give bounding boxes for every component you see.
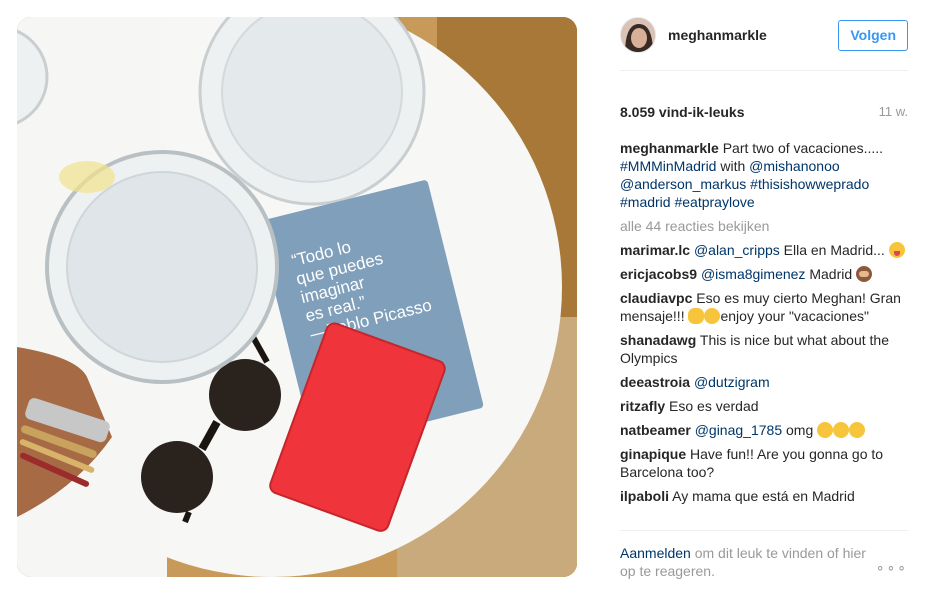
- comment-username[interactable]: deeastroia: [620, 374, 690, 390]
- heart-eyes-emoji-icon: [849, 422, 866, 438]
- comment-text: Ay mama que está en Madrid: [672, 488, 855, 504]
- comment: ginapique Have fun!! Are you gonna go to…: [620, 445, 908, 481]
- mention-link[interactable]: @dutzigram: [694, 374, 770, 390]
- comment: ritzafly Eso es verdad: [620, 397, 908, 415]
- comment-list: marimar.lc @alan_cripps Ella en Madrid..…: [620, 241, 908, 505]
- comment-text: Ella en Madrid...: [783, 242, 885, 258]
- comment-username[interactable]: ilpaboli: [620, 488, 669, 504]
- caption-username[interactable]: meghanmarkle: [620, 140, 719, 156]
- comment-text: Madrid: [809, 266, 853, 282]
- avatar[interactable]: [620, 17, 656, 53]
- post-photo[interactable]: “Todo lo que puedes imaginar es real.” —…: [17, 17, 577, 577]
- follow-button[interactable]: Volgen: [838, 20, 908, 51]
- likes-row: 8.059 vind-ik-leuks 11 w.: [620, 71, 908, 135]
- comment: deeastroia @dutzigram: [620, 373, 908, 391]
- caption-text: with: [720, 158, 746, 174]
- mention-link[interactable]: @isma8gimenez: [701, 266, 805, 282]
- caption: meghanmarkle Part two of vacaciones.....…: [620, 139, 908, 211]
- login-link[interactable]: Aanmelden: [620, 545, 691, 561]
- smiling-face-icon: [704, 308, 721, 324]
- hashtag-link[interactable]: #thisishowweprado: [750, 176, 869, 192]
- comment-username[interactable]: ericjacobs9: [620, 266, 697, 282]
- post-sidebar: meghanmarkle Volgen 8.059 vind-ik-leuks …: [620, 14, 908, 584]
- hashtag-link[interactable]: #MMMinMadrid: [620, 158, 716, 174]
- comment: ericjacobs9 @isma8gimenez Madrid: [620, 265, 908, 283]
- post-time[interactable]: 11 w.: [879, 103, 908, 121]
- comment-text: Eso es verdad: [669, 398, 759, 414]
- avatar-image: [621, 18, 655, 52]
- hashtag-link[interactable]: #eatpraylove: [674, 194, 754, 210]
- more-options-icon[interactable]: ∘∘∘: [876, 558, 908, 576]
- comment-username[interactable]: claudiavpc: [620, 290, 692, 306]
- caption-text: Part two of vacaciones.....: [722, 140, 884, 156]
- comment-username[interactable]: ginapique: [620, 446, 686, 462]
- comment-text: enjoy your "vacaciones": [720, 308, 869, 324]
- likes-count[interactable]: 8.059 vind-ik-leuks: [620, 103, 745, 121]
- comment: marimar.lc @alan_cripps Ella en Madrid..…: [620, 241, 908, 259]
- comment: natbeamer @ginag_1785 omg: [620, 421, 908, 439]
- comment-text: omg: [786, 422, 814, 438]
- mention-link[interactable]: @mishanonoo: [749, 158, 840, 174]
- comment-username[interactable]: natbeamer: [620, 422, 691, 438]
- heart-eyes-emoji-icon: [817, 422, 834, 438]
- mention-link[interactable]: @ginag_1785: [695, 422, 782, 438]
- ok-hand-icon: [688, 308, 705, 324]
- comment-username[interactable]: marimar.lc: [620, 242, 690, 258]
- post-header: meghanmarkle Volgen: [620, 14, 908, 56]
- tongue-out-emoji-icon: [888, 242, 905, 258]
- comment: shanadawg This is nice but what about th…: [620, 331, 908, 367]
- hashtag-link[interactable]: #madrid: [620, 194, 671, 210]
- comment-username[interactable]: ritzafly: [620, 398, 665, 414]
- mention-link[interactable]: @anderson_markus: [620, 176, 746, 192]
- view-all-comments-link[interactable]: alle 44 reacties bekijken: [620, 217, 908, 235]
- comment-username[interactable]: shanadawg: [620, 332, 696, 348]
- footer-divider: [620, 530, 908, 531]
- comment: claudiavpc Eso es muy cierto Meghan! Gra…: [620, 289, 908, 325]
- mention-link[interactable]: @alan_cripps: [694, 242, 780, 258]
- heart-eyes-emoji-icon: [833, 422, 850, 438]
- username-link[interactable]: meghanmarkle: [668, 26, 767, 44]
- comment: ilpaboli Ay mama que está en Madrid: [620, 487, 908, 505]
- see-no-evil-monkey-icon: [856, 266, 873, 282]
- login-prompt: Aanmelden om dit leuk te vinden of hier …: [620, 544, 870, 580]
- photo-illustration: “Todo lo que puedes imaginar es real.” —…: [17, 17, 577, 577]
